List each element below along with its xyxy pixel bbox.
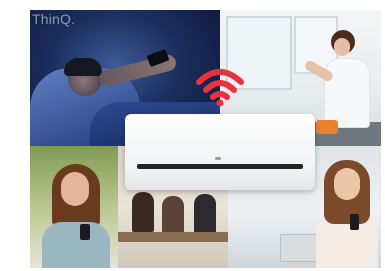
lifestyle-collage: ThinQ. [30,10,381,268]
photo-woman-with-phone-cafe [30,146,118,268]
air-conditioner-unit [125,114,315,190]
thinq-logo-text: ThinQ. [32,11,76,27]
wifi-icon [196,69,244,107]
